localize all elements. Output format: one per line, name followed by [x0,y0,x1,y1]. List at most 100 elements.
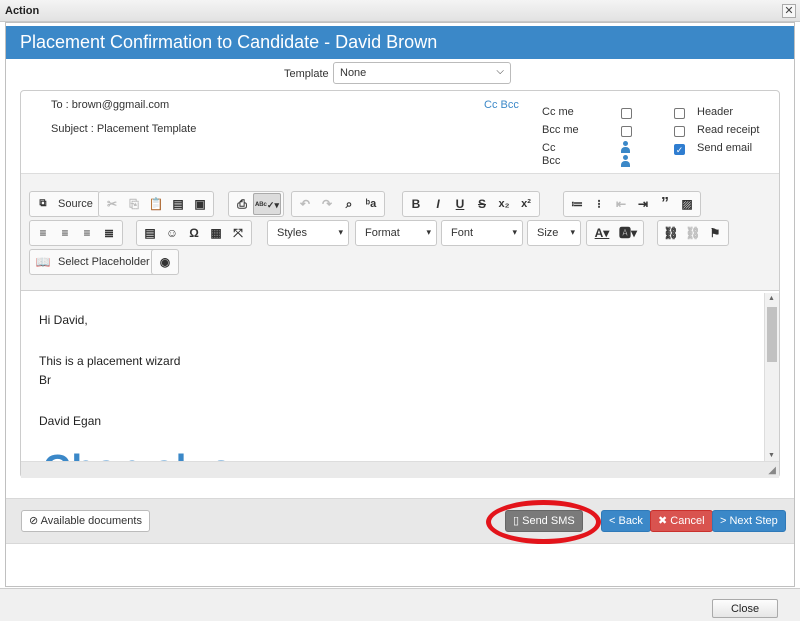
print-icon[interactable]: ⎙ [231,193,253,215]
cancel-button[interactable]: ✖ Cancel [650,510,713,532]
font-dropdown[interactable]: Font [441,220,523,246]
bcc-me-label: Bcc me [542,124,579,136]
template-row: Template None ⌵ [6,62,794,86]
cc-person-icon[interactable] [620,141,630,153]
cc-me-checkbox[interactable] [621,108,632,119]
styles-dropdown[interactable]: Styles [267,220,349,246]
resize-handle-icon[interactable]: ◢ [768,465,776,476]
window-bottombar: Close [0,588,800,621]
editor-scrollbar[interactable]: ▲ ▼ [764,293,779,461]
italic-icon[interactable]: I [427,193,449,215]
maximize-icon[interactable]: ⤧ [227,222,249,244]
book-icon: 📖 [35,255,51,269]
numbered-list-icon[interactable]: ≔ [566,193,588,215]
paste-icon[interactable]: 📋 [145,193,167,215]
cut-icon[interactable]: ✂ [101,193,123,215]
to-value: brown@ggmail.com [71,99,170,111]
cc-bcc-link[interactable]: Cc Bcc [484,99,519,111]
align-center-icon[interactable]: ≡ [54,222,76,244]
editor-line: Br [39,373,51,387]
read-receipt-label: Read receipt [697,124,760,136]
editor-line: This is a placement wizard [39,354,181,368]
scroll-down-icon[interactable]: ▼ [768,452,775,459]
outdent-icon[interactable]: ⇤ [610,193,632,215]
bg-color-icon[interactable]: 🅰▾ [615,222,641,244]
header-checkbox[interactable] [674,108,685,119]
omega-icon[interactable]: Ω [183,222,205,244]
scroll-thumb[interactable] [767,307,777,362]
paste-word-icon[interactable]: ▣ [189,193,211,215]
paragraph-group: ≔ ⁝ ⇤ ⇥ ” ▨ [563,191,701,217]
window-titlebar: Action ✕ [0,0,800,22]
redo-icon[interactable]: ↷ [316,193,338,215]
camera-icon[interactable]: ◉ [154,251,176,273]
link-group: ⛓ ⛓ ⚑ [657,220,729,246]
template-select-value: None [340,67,367,79]
camera-group: ◉ [151,249,179,275]
subject-value: Placement Template [96,123,197,135]
spellcheck-icon[interactable]: ᴬᴮᶜ✓▾ [253,193,281,215]
email-compose-box: To : brown@ggmail.com Subject : Placemen… [20,90,780,478]
bcc-person-icon[interactable] [620,155,630,167]
editor-body[interactable]: Hi David, This is a placement wizard Br … [21,293,779,461]
undo-group: ↶ ↷ ⌕ ᵇa [291,191,385,217]
justify-icon[interactable]: ≣ [98,222,120,244]
anchor-icon[interactable]: ⚑ [704,222,726,244]
address-section: To : brown@ggmail.com Subject : Placemen… [21,91,779,171]
color-group: A▾ 🅰▾ [586,220,644,246]
editor-line: David Egan [39,414,102,428]
scroll-up-icon[interactable]: ▲ [768,295,775,302]
source-group: ⧉ Source [29,191,100,217]
select-placeholder-button[interactable]: Select Placeholder [54,251,154,273]
template-select[interactable]: None ⌵ [333,62,511,84]
strike-icon[interactable]: S [471,193,493,215]
underline-icon[interactable]: U [449,193,471,215]
text-color-icon[interactable]: A▾ [589,222,615,244]
to-field[interactable]: To : brown@ggmail.com [51,99,169,111]
size-dropdown[interactable]: Size [527,220,581,246]
source-icon: ⧉ [39,198,47,209]
indent-icon[interactable]: ⇥ [632,193,654,215]
undo-icon[interactable]: ↶ [294,193,316,215]
bcc-label: Bcc [542,155,561,167]
link-icon[interactable]: ⛓ [660,222,682,244]
format-group: B I U S x₂ x² [402,191,540,217]
cc-me-label: Cc me [542,106,574,118]
read-receipt-checkbox[interactable] [674,126,685,137]
find-icon[interactable]: ⌕ [338,193,360,215]
image-icon[interactable]: ▨ [676,193,698,215]
available-documents-label: Available documents [40,515,142,527]
subject-label: Subject : [51,123,94,135]
available-documents-button[interactable]: ⊘ Available documents [21,510,150,532]
paste-text-icon[interactable]: ▤ [167,193,189,215]
back-button[interactable]: < Back [601,510,651,532]
chevron-down-icon: ⌵ [496,66,504,77]
next-step-button[interactable]: > Next Step [712,510,786,532]
format-dropdown[interactable]: Format [355,220,437,246]
dialog: Placement Confirmation to Candidate - Da… [5,22,795,587]
subscript-icon[interactable]: x₂ [493,193,515,215]
bold-icon[interactable]: B [405,193,427,215]
bullet-list-icon[interactable]: ⁝ [588,193,610,215]
unlink-icon[interactable]: ⛓ [682,222,704,244]
send-email-checkbox[interactable]: ✓ [674,144,685,155]
horizontal-rule-icon[interactable]: ▤ [139,222,161,244]
print-group: ⎙ ᴬᴮᶜ✓▾ [228,191,284,217]
clipboard-group: ✂ ⎘ 📋 ▤ ▣ [98,191,214,217]
copy-icon[interactable]: ⎘ [123,193,145,215]
blockquote-icon[interactable]: ” [654,193,676,215]
align-left-icon[interactable]: ≡ [32,222,54,244]
smiley-icon[interactable]: ☺ [161,222,183,244]
source-button[interactable]: Source [54,193,97,215]
subject-field[interactable]: Subject : Placement Template [51,123,196,135]
replace-icon[interactable]: ᵇa [360,193,382,215]
table-icon[interactable]: ▦ [205,222,227,244]
paperclip-icon: ⊘ [29,515,41,527]
close-button[interactable]: Close [712,599,778,618]
align-right-icon[interactable]: ≡ [76,222,98,244]
send-email-label: Send email [697,142,753,154]
window-close-icon[interactable]: ✕ [782,4,796,18]
bcc-me-checkbox[interactable] [621,126,632,137]
editor-toolbar: ⧉ Source ✂ ⎘ 📋 ▤ ▣ ⎙ ᴬᴮᶜ✓▾ ↶ ↷ ⌕ ᵇa B I … [21,173,779,291]
superscript-icon[interactable]: x² [515,193,537,215]
